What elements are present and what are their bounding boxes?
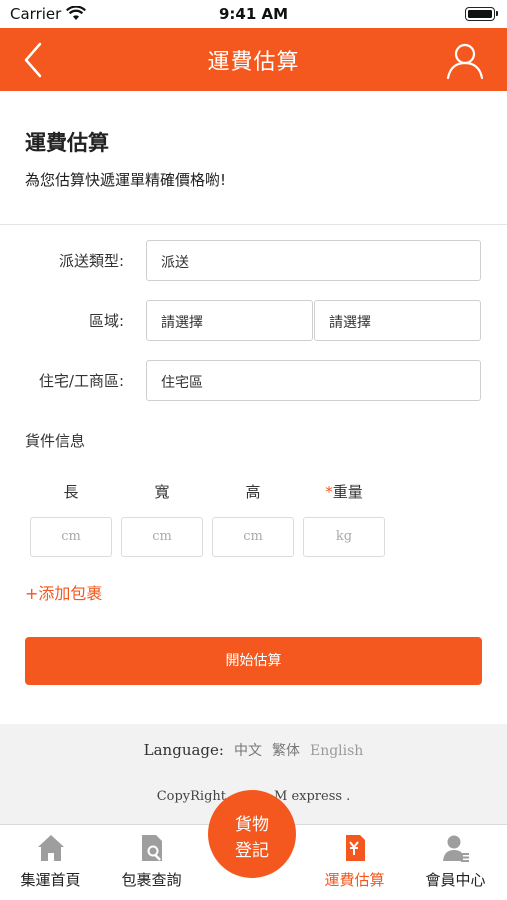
region-label: 區域: bbox=[88, 312, 124, 330]
weight-label-text: 重量 bbox=[332, 483, 363, 501]
weight-label: *重量 bbox=[303, 481, 385, 502]
tab-freight-estimate[interactable]: 運費估算 bbox=[304, 825, 405, 900]
cargo-registration-button[interactable]: 貨物 登記 bbox=[208, 790, 296, 878]
cargo-registration-line1: 貨物 bbox=[235, 815, 269, 835]
copyright-right: M express . bbox=[274, 789, 351, 804]
region-row: 區域: 請選擇 請選擇 bbox=[0, 300, 507, 341]
cargo-registration-line2: 登記 bbox=[235, 841, 269, 861]
tab-member-center[interactable]: 會員中心 bbox=[405, 825, 506, 900]
delivery-type-label: 派送類型: bbox=[58, 252, 124, 270]
language-row: Language: 中文 繁体 English bbox=[0, 740, 507, 760]
language-option-zh-simplified[interactable]: 中文 bbox=[234, 743, 262, 759]
width-input[interactable]: cm bbox=[121, 517, 203, 557]
home-icon bbox=[38, 835, 64, 861]
region-select-primary[interactable]: 請選擇 bbox=[146, 300, 313, 341]
residential-label: 住宅/工商區: bbox=[38, 372, 124, 390]
calculator-icon bbox=[346, 835, 365, 861]
delivery-type-row: 派送類型: 派送 bbox=[0, 240, 507, 281]
tab-package-search-label: 包裹查詢 bbox=[121, 871, 182, 889]
residential-select[interactable]: 住宅區 bbox=[146, 360, 481, 401]
required-mark: * bbox=[325, 483, 333, 501]
member-icon bbox=[443, 835, 469, 862]
height-input[interactable]: cm bbox=[212, 517, 294, 557]
calculate-button[interactable]: 開始估算 bbox=[25, 637, 482, 685]
add-package-link[interactable]: +添加包裹 bbox=[25, 580, 102, 604]
goods-info-title: 貨件信息 bbox=[25, 432, 86, 450]
language-option-english[interactable]: English bbox=[310, 743, 363, 759]
intro-subtitle: 為您估算快遞運單精確價格喲! bbox=[25, 171, 227, 189]
page-title: 運費估算 bbox=[207, 50, 300, 75]
length-input[interactable]: cm bbox=[30, 517, 112, 557]
weight-input[interactable]: kg bbox=[303, 517, 385, 557]
battery-icon bbox=[465, 7, 498, 21]
nav-bar: 運費估算 bbox=[0, 28, 507, 91]
delivery-type-select[interactable]: 派送 bbox=[146, 240, 481, 281]
tab-member-center-label: 會員中心 bbox=[425, 871, 486, 889]
intro-title: 運費估算 bbox=[25, 131, 109, 155]
residential-row: 住宅/工商區: 住宅區 bbox=[0, 360, 507, 401]
tab-freight-estimate-label: 運費估算 bbox=[324, 871, 385, 889]
clock: 9:41 AM bbox=[218, 5, 289, 23]
search-document-icon bbox=[142, 835, 162, 861]
tab-home-label: 集運首頁 bbox=[20, 871, 81, 889]
tab-package-search[interactable]: 包裹查詢 bbox=[101, 825, 202, 900]
copyright-left: CopyRight bbox=[156, 789, 226, 804]
intro-section: 運費估算 為您估算快遞運單精確價格喲! bbox=[0, 91, 507, 225]
length-label: 長 bbox=[63, 483, 79, 501]
language-option-zh-traditional[interactable]: 繁体 bbox=[272, 743, 300, 759]
region-select-secondary[interactable]: 請選擇 bbox=[314, 300, 481, 341]
language-label: Language: bbox=[143, 741, 224, 759]
user-icon[interactable] bbox=[445, 40, 485, 80]
status-bar: Carrier 9:41 AM bbox=[0, 0, 507, 28]
height-label: 高 bbox=[245, 483, 261, 501]
width-label: 寬 bbox=[154, 483, 170, 501]
tab-home[interactable]: 集運首頁 bbox=[0, 825, 101, 900]
